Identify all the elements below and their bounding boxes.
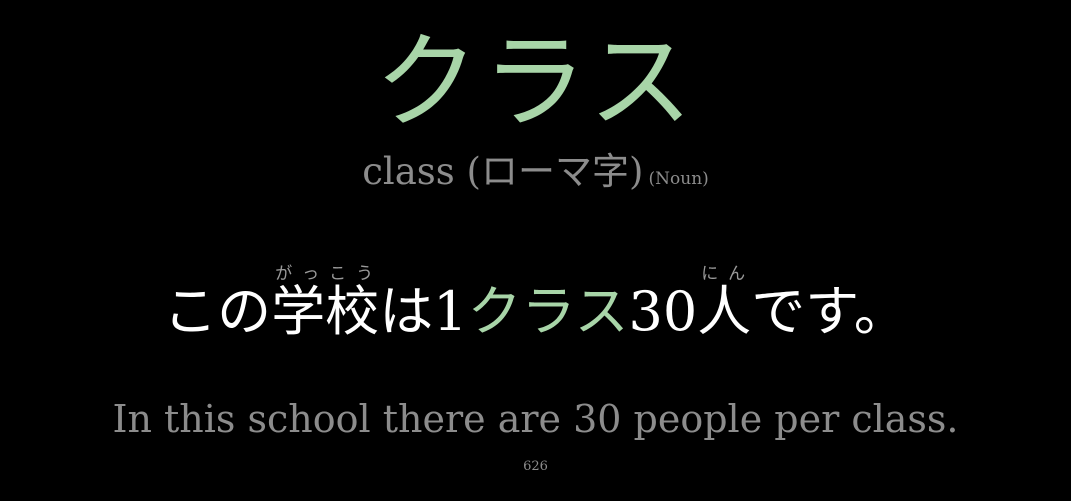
sentence-segment: 30 [628, 280, 698, 343]
sentence-word: 人 [697, 280, 752, 343]
meaning-line: class (ローマ字) (Noun) [0, 146, 1071, 205]
furigana-reading: にん [697, 264, 752, 284]
sentence-word-with-reading: 学校がっこう [271, 264, 380, 343]
example-sentence: この学校がっこうは1クラス30人にんです。 [0, 262, 1071, 362]
sentence-word-with-reading: 人にん [697, 264, 752, 343]
sentence-segment: この [163, 280, 272, 343]
sentence-translation: In this school there are 30 people per c… [112, 397, 959, 441]
headword: クラス [374, 21, 697, 143]
part-of-speech: (Noun) [648, 169, 709, 189]
card-number: 626 [523, 459, 548, 474]
furigana-reading: がっこう [271, 264, 380, 284]
sentence-highlight: クラス [467, 280, 629, 343]
sentence-segment: です。 [751, 280, 908, 343]
sentence-segment: は1 [379, 280, 468, 343]
sentence-word: 学校 [271, 280, 380, 343]
meaning: class (ローマ字) [362, 150, 644, 193]
flashcard: クラス class (ローマ字) (Noun) この学校がっこうは1クラス30人… [0, 0, 1071, 501]
